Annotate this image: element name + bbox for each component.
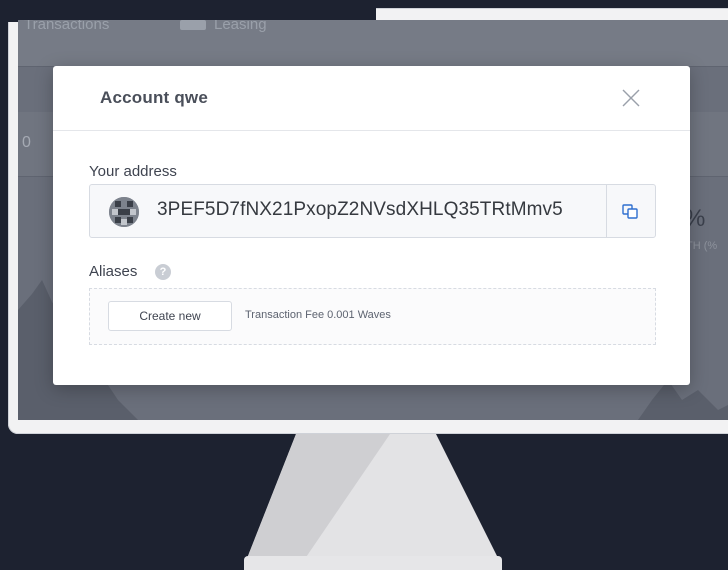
nav-leasing[interactable]: Leasing [180, 20, 267, 33]
create-new-button[interactable]: Create new [108, 301, 232, 331]
nav-leasing-label: Leasing [214, 20, 267, 33]
identicon-avatar [109, 197, 139, 227]
modal-header: Account qwe [53, 66, 690, 131]
address-field[interactable]: 3PEF5D7fNX21PxopZ2NVsdXHLQ35TRtMmv5 [89, 184, 656, 238]
aliases-label: Aliases [89, 263, 138, 280]
partial-value: 0 [22, 134, 31, 151]
copy-icon[interactable] [606, 185, 655, 237]
leasing-icon [180, 20, 206, 30]
monitor-stand-base [244, 556, 502, 570]
close-icon[interactable] [619, 86, 643, 110]
account-modal: Account qwe Your address 3PEF5D7fNX21Pxo… [53, 66, 690, 385]
address-value: 3PEF5D7fNX21PxopZ2NVsdXHLQ35TRtMmv5 [157, 199, 563, 220]
help-icon[interactable]: ? [155, 264, 171, 280]
nav-transactions[interactable]: Transactions [24, 20, 109, 33]
transaction-fee: Transaction Fee 0.001 Waves [245, 309, 391, 321]
address-label: Your address [89, 163, 177, 180]
app-header: Transactions Leasing [18, 20, 728, 67]
aliases-panel: Create new Transaction Fee 0.001 Waves [89, 288, 656, 345]
modal-title: Account qwe [100, 88, 208, 107]
